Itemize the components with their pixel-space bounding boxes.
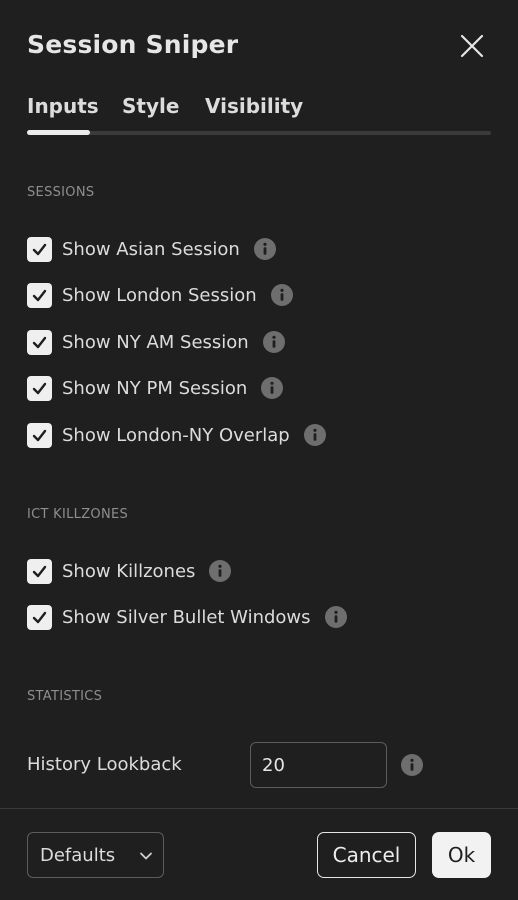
checkmark-icon — [32, 289, 47, 301]
active-tab-indicator — [27, 130, 90, 135]
checkbox-label: Show London Session — [62, 284, 257, 306]
info-icon[interactable] — [261, 377, 284, 399]
defaults-label: Defaults — [40, 844, 116, 866]
checkbox[interactable] — [27, 236, 52, 262]
checkbox-row-killzones[interactable]: Show Killzones — [27, 558, 232, 584]
checkbox-row-london-ny-overlap[interactable]: Show London-NY Overlap — [27, 422, 326, 448]
checkbox-row-ny-pm-session[interactable]: Show NY PM Session — [27, 375, 284, 401]
tab-visibility[interactable]: Visibility — [205, 94, 303, 118]
info-icon[interactable] — [253, 238, 276, 260]
tab-inputs[interactable]: Inputs — [27, 94, 99, 118]
close-icon — [460, 34, 484, 58]
checkbox[interactable] — [27, 282, 52, 308]
ok-button[interactable]: Ok — [432, 832, 491, 878]
checkbox-label: Show London-NY Overlap — [62, 424, 290, 446]
info-icon[interactable] — [324, 606, 347, 628]
checkbox[interactable] — [27, 558, 52, 584]
dialog-title: Session Sniper — [27, 30, 239, 59]
info-icon[interactable] — [262, 331, 285, 353]
info-icon[interactable] — [270, 284, 293, 306]
section-label-sessions: SESSIONS — [27, 185, 95, 200]
history-lookback-input[interactable] — [250, 742, 387, 788]
tab-style[interactable]: Style — [122, 94, 179, 118]
checkmark-icon — [32, 565, 47, 577]
chevron-down-icon — [140, 852, 152, 860]
close-button[interactable] — [456, 30, 488, 62]
section-label-killzones: ICT KILLZONES — [27, 507, 129, 522]
cancel-button[interactable]: Cancel — [317, 832, 416, 878]
info-icon[interactable] — [209, 560, 232, 582]
settings-dialog: Session Sniper Inputs Style Visibility S… — [0, 0, 518, 900]
footer-divider — [0, 808, 518, 809]
checkbox-label: Show Silver Bullet Windows — [62, 606, 311, 628]
tab-track — [27, 131, 491, 135]
checkmark-icon — [32, 243, 47, 255]
checkmark-icon — [32, 429, 47, 441]
checkbox-label: Show Asian Session — [62, 238, 240, 260]
checkbox-row-asian-session[interactable]: Show Asian Session — [27, 236, 276, 262]
checkbox[interactable] — [27, 375, 52, 401]
checkbox-row-silver-bullet-windows[interactable]: Show Silver Bullet Windows — [27, 604, 347, 630]
info-icon[interactable] — [401, 754, 423, 776]
checkbox-row-london-session[interactable]: Show London Session — [27, 282, 293, 308]
history-lookback-label: History Lookback — [27, 754, 182, 775]
checkbox-label: Show Killzones — [62, 560, 196, 582]
checkbox[interactable] — [27, 422, 52, 448]
info-icon[interactable] — [303, 424, 326, 446]
checkmark-icon — [32, 336, 47, 348]
checkbox-label: Show NY AM Session — [62, 331, 249, 353]
tab-bar: Inputs Style Visibility — [27, 94, 491, 138]
defaults-dropdown[interactable]: Defaults — [27, 832, 164, 878]
checkbox[interactable] — [27, 329, 52, 355]
checkmark-icon — [32, 382, 47, 394]
checkbox[interactable] — [27, 604, 52, 630]
section-label-statistics: STATISTICS — [27, 689, 103, 704]
checkbox-row-ny-am-session[interactable]: Show NY AM Session — [27, 329, 285, 355]
checkmark-icon — [32, 611, 47, 623]
checkbox-label: Show NY PM Session — [62, 377, 248, 399]
